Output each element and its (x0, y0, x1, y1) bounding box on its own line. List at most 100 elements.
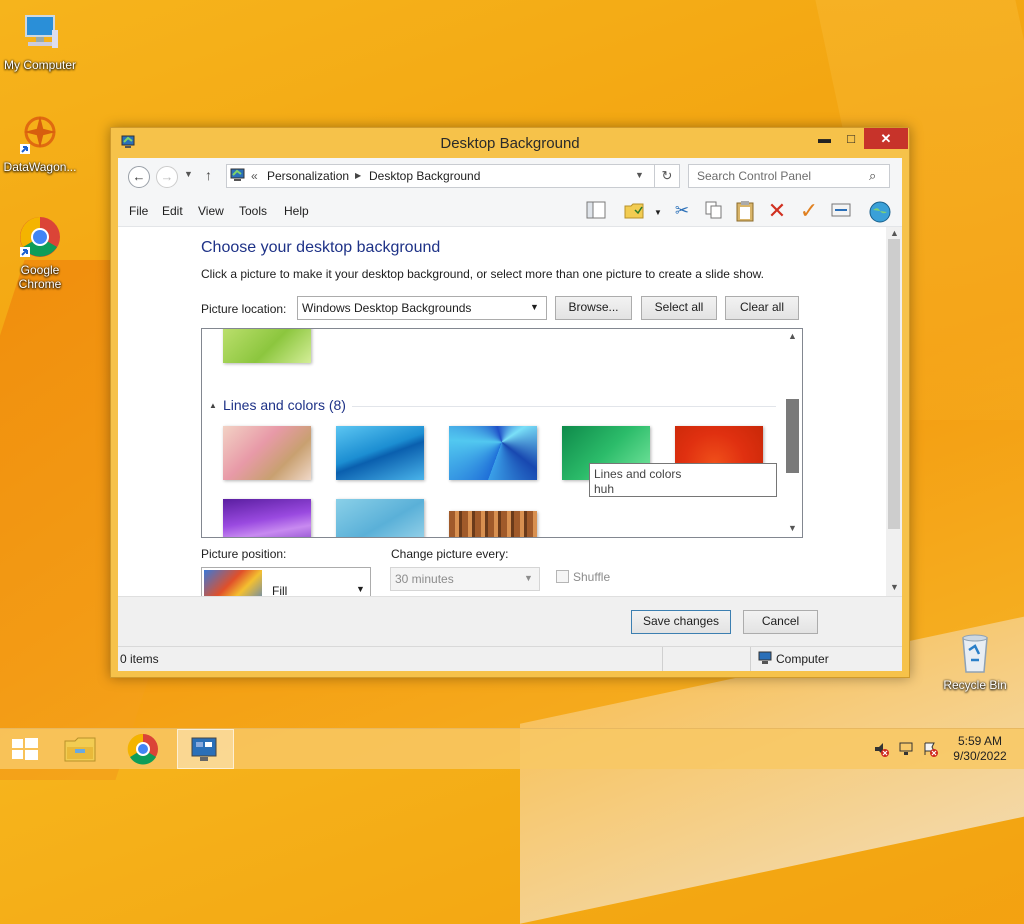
back-button[interactable]: ← (128, 166, 150, 188)
page-instructions: Click a picture to make it your desktop … (201, 267, 764, 281)
chrome-icon (127, 733, 158, 765)
wallpaper-thumbnail[interactable] (223, 499, 311, 537)
breadcrumb-desktop-background[interactable]: Desktop Background (369, 169, 480, 183)
checkmark-icon[interactable]: ✓ (798, 200, 820, 222)
up-button[interactable]: ↑ (205, 167, 212, 183)
paste-icon[interactable] (734, 200, 756, 222)
page-heading: Choose your desktop background (201, 239, 441, 256)
cut-icon[interactable]: ✂ (671, 200, 693, 222)
menu-edit[interactable]: Edit (162, 204, 183, 218)
search-box[interactable]: Search Control Panel ⌕ (688, 164, 890, 188)
wallpaper-thumbnail[interactable] (449, 511, 537, 537)
wallpaper-thumbnail[interactable] (336, 426, 424, 480)
start-button[interactable] (0, 729, 56, 769)
taskbar-control-panel[interactable] (177, 729, 234, 769)
volume-muted-icon[interactable] (873, 741, 889, 781)
system-clock[interactable]: 5:59 AM 9/30/2022 (944, 734, 1016, 764)
search-icon[interactable]: ⌕ (869, 168, 876, 184)
desktop-icon-label: Google Chrome (18, 263, 62, 291)
desktop-background-window: Desktop Background ▬ □ ✕ ← → ▼ ↑ « Perso… (110, 127, 910, 678)
action-center-icon[interactable] (922, 741, 938, 781)
content-scroll-thumb[interactable] (888, 239, 900, 529)
tooltip-subtitle: huh (594, 482, 615, 496)
picture-gallery[interactable]: ▲ Lines and colors (8) Lines and colors … (201, 328, 803, 538)
wallpaper-thumbnail[interactable] (449, 426, 537, 480)
status-location: Computer (776, 652, 829, 666)
taskbar: 5:59 AM 9/30/2022 (0, 728, 1024, 769)
gallery-scroll-thumb[interactable] (786, 399, 799, 473)
layout-pane-icon[interactable] (585, 200, 607, 222)
scroll-down-icon[interactable]: ▼ (890, 582, 899, 592)
position-preview-thumbnail (204, 570, 262, 596)
dialog-footer: Save changes Cancel (118, 596, 902, 647)
desktop-icon-recycle-bin[interactable]: Recycle Bin (935, 630, 1015, 692)
taskbar-chrome[interactable] (115, 729, 171, 769)
select-all-button[interactable]: Select all (641, 296, 717, 320)
desktop-icon-my-computer[interactable]: My Computer (0, 10, 80, 72)
desktop-icon-datawagon[interactable]: DataWagon... (0, 112, 80, 174)
picture-location-value: Windows Desktop Backgrounds (302, 301, 472, 315)
menu-view[interactable]: View (198, 204, 224, 218)
overflow-crumbs-icon[interactable]: « (251, 169, 258, 183)
browse-button[interactable]: Browse... (555, 296, 632, 320)
group-header-lines-and-colors[interactable]: Lines and colors (8) (223, 397, 346, 413)
menu-tools[interactable]: Tools (239, 204, 267, 218)
scroll-down-icon[interactable]: ▼ (788, 523, 797, 533)
recent-pages-button[interactable]: ▼ (184, 169, 193, 179)
arrow-left-icon: ← (132, 169, 146, 184)
title-bar[interactable]: Desktop Background ▬ □ ✕ (111, 128, 909, 158)
close-button[interactable]: ✕ (864, 128, 908, 149)
refresh-button[interactable]: ↻ (654, 164, 680, 188)
clock-time: 5:59 AM (957, 734, 1003, 748)
status-bar: 0 items Computer (118, 646, 902, 671)
gallery-scrollbar[interactable]: ▲ ▼ (784, 329, 801, 537)
copy-icon[interactable] (703, 200, 725, 222)
chevron-down-icon: ▼ (530, 302, 539, 312)
refresh-icon: ↻ (661, 168, 673, 183)
search-input[interactable]: Search Control Panel (697, 169, 811, 183)
delete-icon[interactable]: ✕ (766, 200, 788, 222)
maximize-button[interactable]: □ (838, 128, 864, 149)
thumbnail-tooltip: Lines and colors huh (589, 463, 777, 497)
breadcrumb-separator-icon[interactable]: ▶ (355, 171, 361, 180)
folder-view-icon[interactable] (623, 200, 645, 222)
picture-position-label: Picture position: (201, 547, 287, 561)
views-dropdown-icon[interactable]: ▼ (654, 208, 662, 217)
picture-position-dropdown[interactable]: Fill ▼ (201, 567, 371, 596)
scroll-up-icon[interactable]: ▲ (788, 331, 797, 341)
taskbar-file-explorer[interactable] (53, 729, 109, 769)
picture-location-dropdown[interactable]: Windows Desktop Backgrounds ▼ (297, 296, 547, 320)
wallpaper-thumbnail[interactable] (223, 426, 311, 480)
folder-icon (64, 737, 96, 762)
wallpaper-thumbnail[interactable] (223, 329, 311, 363)
recycle-bin-icon (953, 630, 997, 674)
menu-help[interactable]: Help (284, 204, 309, 218)
breadcrumb-personalization[interactable]: Personalization (267, 169, 349, 183)
clock-date: 9/30/2022 (953, 749, 1007, 763)
change-interval-dropdown[interactable]: 30 minutes ▼ (390, 567, 540, 591)
properties-icon[interactable] (830, 200, 852, 222)
scroll-up-icon[interactable]: ▲ (890, 228, 899, 238)
status-divider (662, 647, 663, 671)
wallpaper-thumbnail[interactable] (336, 499, 424, 537)
address-bar[interactable]: « Personalization ▶ Desktop Background ▼ (226, 164, 656, 188)
clear-all-button[interactable]: Clear all (725, 296, 799, 320)
forward-button[interactable]: → (156, 166, 178, 188)
status-item-count: 0 items (120, 652, 159, 666)
content-scrollbar[interactable]: ▲ ▼ (886, 227, 902, 596)
globe-icon[interactable] (868, 200, 891, 223)
content-pane: Choose your desktop background Click a p… (118, 227, 886, 596)
shuffle-option[interactable]: Shuffle (556, 570, 610, 584)
save-changes-button[interactable]: Save changes (631, 610, 731, 634)
collapse-group-icon[interactable]: ▲ (209, 401, 217, 410)
desktop-icon-label: Recycle Bin (943, 678, 1007, 692)
minimize-button[interactable]: ▬ (811, 128, 838, 149)
desktop-icon-google-chrome[interactable]: Google Chrome (0, 215, 80, 291)
chrome-icon (18, 215, 62, 259)
windows-logo-icon (12, 738, 38, 760)
shuffle-checkbox[interactable] (556, 570, 569, 583)
menu-file[interactable]: File (129, 204, 148, 218)
network-icon[interactable] (898, 741, 914, 781)
address-dropdown-icon[interactable]: ▼ (635, 170, 644, 180)
cancel-button[interactable]: Cancel (743, 610, 818, 634)
